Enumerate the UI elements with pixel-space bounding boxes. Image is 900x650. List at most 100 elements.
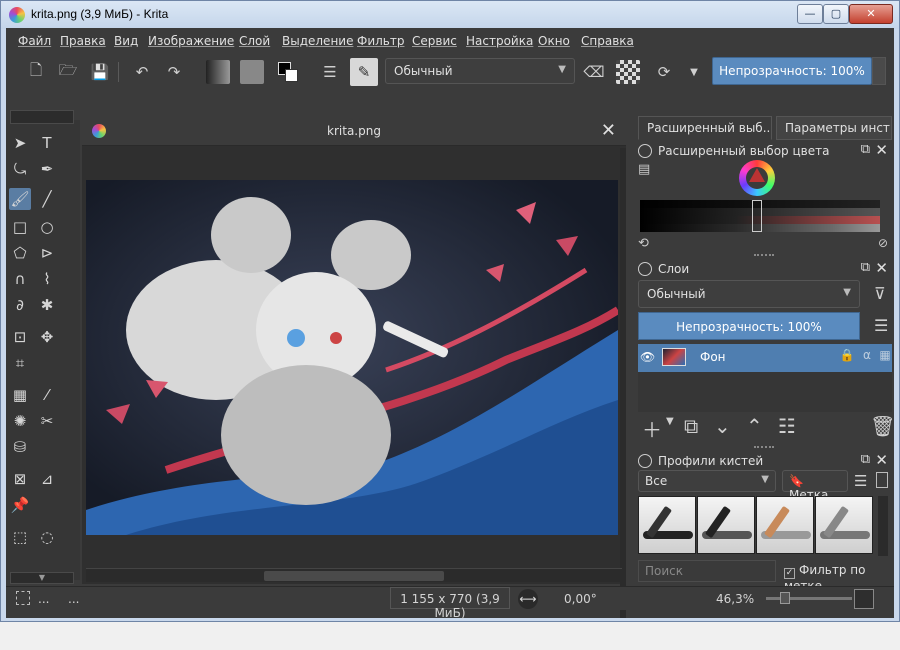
brush-list-scrollbar[interactable] bbox=[878, 496, 888, 556]
reference-icon[interactable]: 📌 bbox=[9, 494, 31, 516]
fill-icon[interactable]: ⛁ bbox=[9, 436, 31, 458]
blend-mode-select[interactable]: Обычный ▼ bbox=[385, 58, 575, 84]
chevron-down-icon[interactable]: ▼ bbox=[682, 60, 706, 84]
layer-properties-icon[interactable]: ☷ bbox=[778, 414, 796, 438]
tag-button[interactable]: 🔖 Метка bbox=[782, 470, 848, 502]
zoom-slider-thumb[interactable] bbox=[780, 592, 790, 604]
close-button[interactable]: ✕ bbox=[849, 4, 893, 24]
gradient-icon[interactable] bbox=[206, 60, 230, 84]
vertical-scrollbar[interactable] bbox=[620, 148, 626, 618]
eraser-icon[interactable]: ⌫ bbox=[582, 60, 606, 84]
color-settings-icon[interactable]: ▤ bbox=[638, 162, 650, 177]
color-triangle[interactable] bbox=[749, 168, 765, 182]
rect-select-icon[interactable]: ⬚ bbox=[9, 526, 31, 548]
menu-window[interactable]: Окно bbox=[538, 34, 570, 48]
chevron-down-icon[interactable]: ▼ bbox=[666, 416, 674, 427]
open-icon[interactable]: 🗁 bbox=[56, 60, 80, 84]
layer-list[interactable] bbox=[638, 372, 892, 412]
move-layer-up-icon[interactable]: ⌃ bbox=[746, 414, 763, 438]
opacity-slider[interactable]: Непрозрачность: 100% bbox=[712, 57, 872, 85]
selection-icon[interactable] bbox=[16, 591, 30, 605]
text-icon[interactable]: T bbox=[36, 132, 58, 154]
move-layer-down-icon[interactable]: ⌄ bbox=[714, 414, 731, 438]
zoom-slider[interactable] bbox=[766, 592, 852, 604]
freehand-brush-icon[interactable]: 🖌 bbox=[9, 188, 31, 210]
maximize-button[interactable]: ▢ bbox=[823, 4, 849, 24]
brush-settings-icon[interactable]: ☰ bbox=[318, 60, 342, 84]
scrollbar-thumb[interactable] bbox=[264, 571, 444, 581]
brush-preset-tile[interactable] bbox=[756, 496, 814, 554]
refresh-icon[interactable]: ⟲ bbox=[638, 236, 649, 251]
add-layer-icon[interactable]: ＋ bbox=[642, 414, 662, 443]
gradient-tool-icon[interactable]: ▦ bbox=[9, 384, 31, 406]
list-view-icon[interactable]: ☰ bbox=[854, 472, 867, 490]
opacity-spinner[interactable] bbox=[872, 57, 886, 85]
brush-preset-tile[interactable] bbox=[697, 496, 755, 554]
fg-bg-color-icon[interactable] bbox=[276, 60, 300, 84]
close-document-icon[interactable]: ✕ bbox=[601, 120, 616, 141]
edit-shapes-icon[interactable]: ⤿ bbox=[9, 158, 31, 180]
layer-row[interactable]: 👁 Фон 🔒 α ▦ bbox=[638, 344, 892, 372]
line-icon[interactable]: ╱ bbox=[36, 188, 58, 210]
lock-icon[interactable] bbox=[638, 262, 652, 276]
assistant-icon[interactable]: ⊠ bbox=[9, 468, 31, 490]
menu-settings[interactable]: Настройка bbox=[466, 34, 533, 48]
bezier-icon[interactable]: ∩ bbox=[9, 268, 31, 290]
crop-icon[interactable]: ⌗ bbox=[9, 352, 31, 374]
layer-blend-select[interactable]: Обычный ▼ bbox=[638, 280, 860, 308]
brush-tag-select[interactable]: Все ▼ bbox=[638, 470, 776, 492]
select-shapes-icon[interactable]: ➤ bbox=[9, 132, 31, 154]
tab-tool-options[interactable]: Параметры инст... bbox=[776, 116, 892, 140]
brush-preset-tile[interactable] bbox=[638, 496, 696, 554]
brush-search-input[interactable]: Поиск bbox=[638, 560, 776, 582]
ellipse-icon[interactable]: ○ bbox=[36, 216, 58, 238]
layer-opacity-slider[interactable]: Непрозрачность: 100% bbox=[638, 312, 860, 340]
float-icon[interactable]: ⧉ bbox=[861, 260, 870, 275]
brush-preset-icon[interactable]: ✎ bbox=[350, 58, 378, 86]
polyline-icon[interactable]: ⊳ bbox=[36, 242, 58, 264]
duplicate-layer-icon[interactable]: ⧉ bbox=[684, 414, 698, 438]
move-icon[interactable]: ✥ bbox=[36, 326, 58, 348]
splitter-handle[interactable] bbox=[754, 254, 774, 258]
hamburger-menu-icon[interactable]: ☰ bbox=[874, 316, 888, 335]
lock-icon[interactable] bbox=[638, 454, 652, 468]
save-icon[interactable]: 💾 bbox=[88, 60, 112, 84]
rotation-icon[interactable]: ⟷ bbox=[518, 589, 538, 609]
alpha-lock-icon[interactable] bbox=[616, 60, 640, 84]
alpha-icon[interactable]: α bbox=[858, 348, 876, 366]
menu-help[interactable]: Справка bbox=[581, 34, 634, 48]
toolbox-scroll-down[interactable]: ▼ bbox=[10, 572, 74, 584]
rectangle-icon[interactable]: □ bbox=[9, 216, 31, 238]
filter-icon[interactable]: ⊽ bbox=[874, 284, 886, 303]
menu-view[interactable]: Вид bbox=[114, 34, 138, 48]
clear-icon[interactable]: ⊘ bbox=[878, 236, 888, 250]
menu-image[interactable]: Изображение bbox=[148, 34, 234, 48]
menu-file[interactable]: Файл bbox=[18, 34, 51, 48]
smart-patch-icon[interactable]: ✂ bbox=[36, 410, 58, 432]
undo-icon[interactable]: ↶ bbox=[130, 60, 154, 84]
delete-layer-icon[interactable]: 🗑 bbox=[870, 414, 895, 438]
transform-icon[interactable]: ⊡ bbox=[9, 326, 31, 348]
menu-tools[interactable]: Сервис bbox=[412, 34, 457, 48]
document-tab[interactable]: krita.png ✕ bbox=[82, 116, 626, 146]
grid-view-icon[interactable] bbox=[876, 472, 888, 488]
minimize-button[interactable]: — bbox=[797, 4, 823, 24]
image-size[interactable]: 1 155 x 770 (3,9 МиБ) bbox=[390, 587, 510, 620]
multibrush-icon[interactable]: ✱ bbox=[36, 294, 58, 316]
float-icon[interactable]: ⧉ bbox=[861, 452, 870, 467]
colorize-mask-icon[interactable]: ✺ bbox=[9, 410, 31, 432]
calligraphy-icon[interactable]: ✒ bbox=[36, 158, 58, 180]
horizontal-scrollbar[interactable] bbox=[86, 568, 622, 582]
layer-lock-icon[interactable]: 🔒 bbox=[838, 348, 856, 366]
dynamic-brush-icon[interactable]: ∂ bbox=[9, 294, 31, 316]
menu-edit[interactable]: Правка bbox=[60, 34, 106, 48]
splitter-handle[interactable] bbox=[754, 446, 774, 450]
polygon-icon[interactable]: ⬠ bbox=[9, 242, 31, 264]
close-icon[interactable]: ✕ bbox=[875, 451, 888, 469]
menu-select[interactable]: Выделение bbox=[282, 34, 353, 48]
color-picker-icon[interactable]: ⁄ bbox=[36, 384, 58, 406]
reload-icon[interactable]: ⟳ bbox=[652, 60, 676, 84]
canvas-artwork[interactable] bbox=[86, 180, 618, 535]
lock-icon[interactable] bbox=[638, 144, 652, 158]
measure-icon[interactable]: ⊿ bbox=[36, 468, 58, 490]
